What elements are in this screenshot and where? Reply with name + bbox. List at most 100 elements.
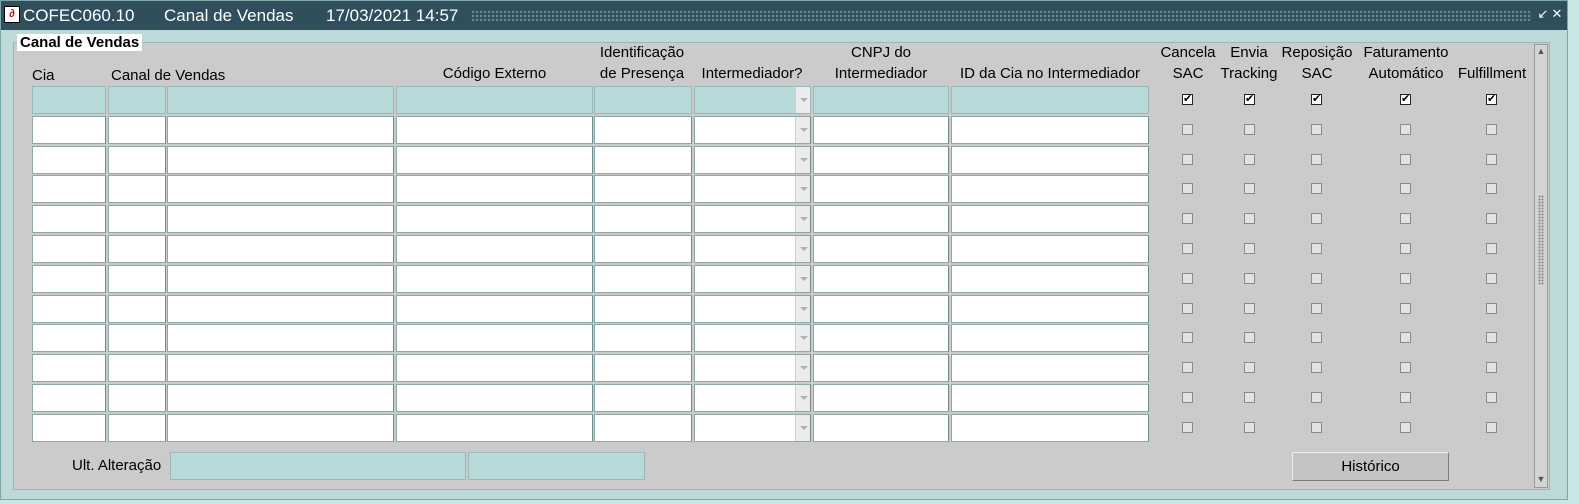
canal-desc-cell[interactable] (167, 324, 394, 353)
identificacao-cell[interactable] (594, 354, 692, 383)
id-cia-cell[interactable] (951, 86, 1149, 114)
id-cia-cell[interactable] (951, 324, 1149, 353)
fulfillment-checkbox[interactable] (1486, 123, 1497, 135)
chevron-down-icon[interactable] (795, 206, 810, 233)
canal-code-cell[interactable] (108, 294, 166, 323)
cia-cell[interactable] (32, 413, 106, 442)
identificacao-cell[interactable] (594, 294, 692, 323)
identificacao-cell[interactable] (594, 205, 692, 234)
cancela-sac-checkbox[interactable] (1182, 362, 1193, 374)
codigo-externo-cell[interactable] (396, 264, 593, 293)
canal-code-cell[interactable] (108, 413, 166, 442)
close-icon[interactable]: ✕ (1550, 7, 1564, 21)
chevron-down-icon[interactable] (795, 87, 810, 113)
cancela-sac-checkbox[interactable] (1182, 153, 1193, 165)
reposicao-sac-checkbox[interactable] (1311, 272, 1322, 284)
reposicao-sac-checkbox[interactable] (1311, 183, 1322, 195)
canal-desc-cell[interactable] (167, 235, 394, 263)
cia-cell[interactable] (32, 175, 106, 204)
identificacao-cell[interactable] (594, 115, 692, 144)
ult-alteracao-user-field[interactable] (170, 452, 466, 480)
id-cia-cell[interactable] (951, 264, 1149, 293)
reposicao-sac-checkbox[interactable] (1311, 421, 1322, 433)
reposicao-sac-checkbox[interactable] (1311, 123, 1322, 135)
reposicao-sac-checkbox[interactable] (1311, 153, 1322, 165)
canal-desc-cell[interactable] (167, 86, 394, 114)
fulfillment-checkbox[interactable] (1486, 332, 1497, 344)
id-cia-cell[interactable] (951, 294, 1149, 323)
cia-cell[interactable] (32, 324, 106, 353)
codigo-externo-cell[interactable] (396, 413, 593, 442)
identificacao-cell[interactable] (594, 235, 692, 263)
canal-code-cell[interactable] (108, 324, 166, 353)
cnpj-cell[interactable] (813, 86, 949, 114)
id-cia-cell[interactable] (951, 384, 1149, 412)
intermediador-select[interactable] (694, 294, 811, 323)
id-cia-cell[interactable] (951, 205, 1149, 234)
faturamento-checkbox[interactable] (1400, 302, 1411, 314)
intermediador-select[interactable] (694, 354, 811, 383)
cia-cell[interactable] (32, 145, 106, 174)
id-cia-cell[interactable] (951, 175, 1149, 204)
canal-desc-cell[interactable] (167, 205, 394, 234)
cia-cell[interactable] (32, 264, 106, 293)
cancela-sac-checkbox[interactable] (1182, 183, 1193, 195)
cancela-sac-checkbox[interactable] (1182, 302, 1193, 314)
envia-tracking-checkbox[interactable] (1244, 421, 1255, 433)
cnpj-cell[interactable] (813, 145, 949, 174)
faturamento-checkbox[interactable] (1400, 332, 1411, 344)
cia-cell[interactable] (32, 384, 106, 412)
fulfillment-checkbox[interactable] (1486, 243, 1497, 254)
faturamento-checkbox[interactable] (1400, 362, 1411, 374)
chevron-down-icon[interactable] (795, 265, 810, 292)
faturamento-checkbox[interactable] (1400, 421, 1411, 433)
cnpj-cell[interactable] (813, 205, 949, 234)
cia-cell[interactable] (32, 294, 106, 323)
cnpj-cell[interactable] (813, 115, 949, 144)
identificacao-cell[interactable] (594, 145, 692, 174)
chevron-down-icon[interactable] (795, 176, 810, 203)
cnpj-cell[interactable] (813, 324, 949, 353)
id-cia-cell[interactable] (951, 115, 1149, 144)
fulfillment-checkbox[interactable] (1486, 362, 1497, 374)
faturamento-checkbox[interactable] (1400, 123, 1411, 135)
cancela-sac-checkbox[interactable] (1182, 332, 1193, 344)
fulfillment-checkbox[interactable] (1486, 421, 1497, 433)
cnpj-cell[interactable] (813, 175, 949, 204)
fulfillment-checkbox[interactable] (1486, 302, 1497, 314)
identificacao-cell[interactable] (594, 175, 692, 204)
scroll-thumb[interactable] (1538, 195, 1544, 285)
canal-code-cell[interactable] (108, 264, 166, 293)
fulfillment-checkbox[interactable]: ✔ (1486, 94, 1497, 105)
envia-tracking-checkbox[interactable] (1244, 243, 1255, 254)
canal-code-cell[interactable] (108, 145, 166, 174)
codigo-externo-cell[interactable] (396, 86, 593, 114)
intermediador-select[interactable] (694, 235, 811, 263)
canal-code-cell[interactable] (108, 86, 166, 114)
canal-desc-cell[interactable] (167, 384, 394, 412)
envia-tracking-checkbox[interactable] (1244, 272, 1255, 284)
envia-tracking-checkbox[interactable] (1244, 332, 1255, 344)
fulfillment-checkbox[interactable] (1486, 272, 1497, 284)
id-cia-cell[interactable] (951, 354, 1149, 383)
minimize-icon[interactable]: ↙ (1536, 7, 1550, 21)
intermediador-select[interactable] (694, 384, 811, 412)
canal-desc-cell[interactable] (167, 264, 394, 293)
cancela-sac-checkbox[interactable] (1182, 421, 1193, 433)
fulfillment-checkbox[interactable] (1486, 153, 1497, 165)
envia-tracking-checkbox[interactable] (1244, 123, 1255, 135)
faturamento-checkbox[interactable] (1400, 213, 1411, 225)
intermediador-select[interactable] (694, 115, 811, 144)
codigo-externo-cell[interactable] (396, 175, 593, 204)
canal-desc-cell[interactable] (167, 294, 394, 323)
vertical-scrollbar[interactable]: ▲ ▼ (1534, 44, 1548, 488)
envia-tracking-checkbox[interactable] (1244, 183, 1255, 195)
chevron-down-icon[interactable] (795, 116, 810, 143)
cancela-sac-checkbox[interactable] (1182, 243, 1193, 254)
envia-tracking-checkbox[interactable] (1244, 153, 1255, 165)
envia-tracking-checkbox[interactable] (1244, 213, 1255, 225)
envia-tracking-checkbox[interactable] (1244, 392, 1255, 403)
chevron-down-icon[interactable] (795, 385, 810, 411)
cia-cell[interactable] (32, 354, 106, 383)
oracle-forms-icon[interactable]: ∂ (4, 6, 20, 23)
